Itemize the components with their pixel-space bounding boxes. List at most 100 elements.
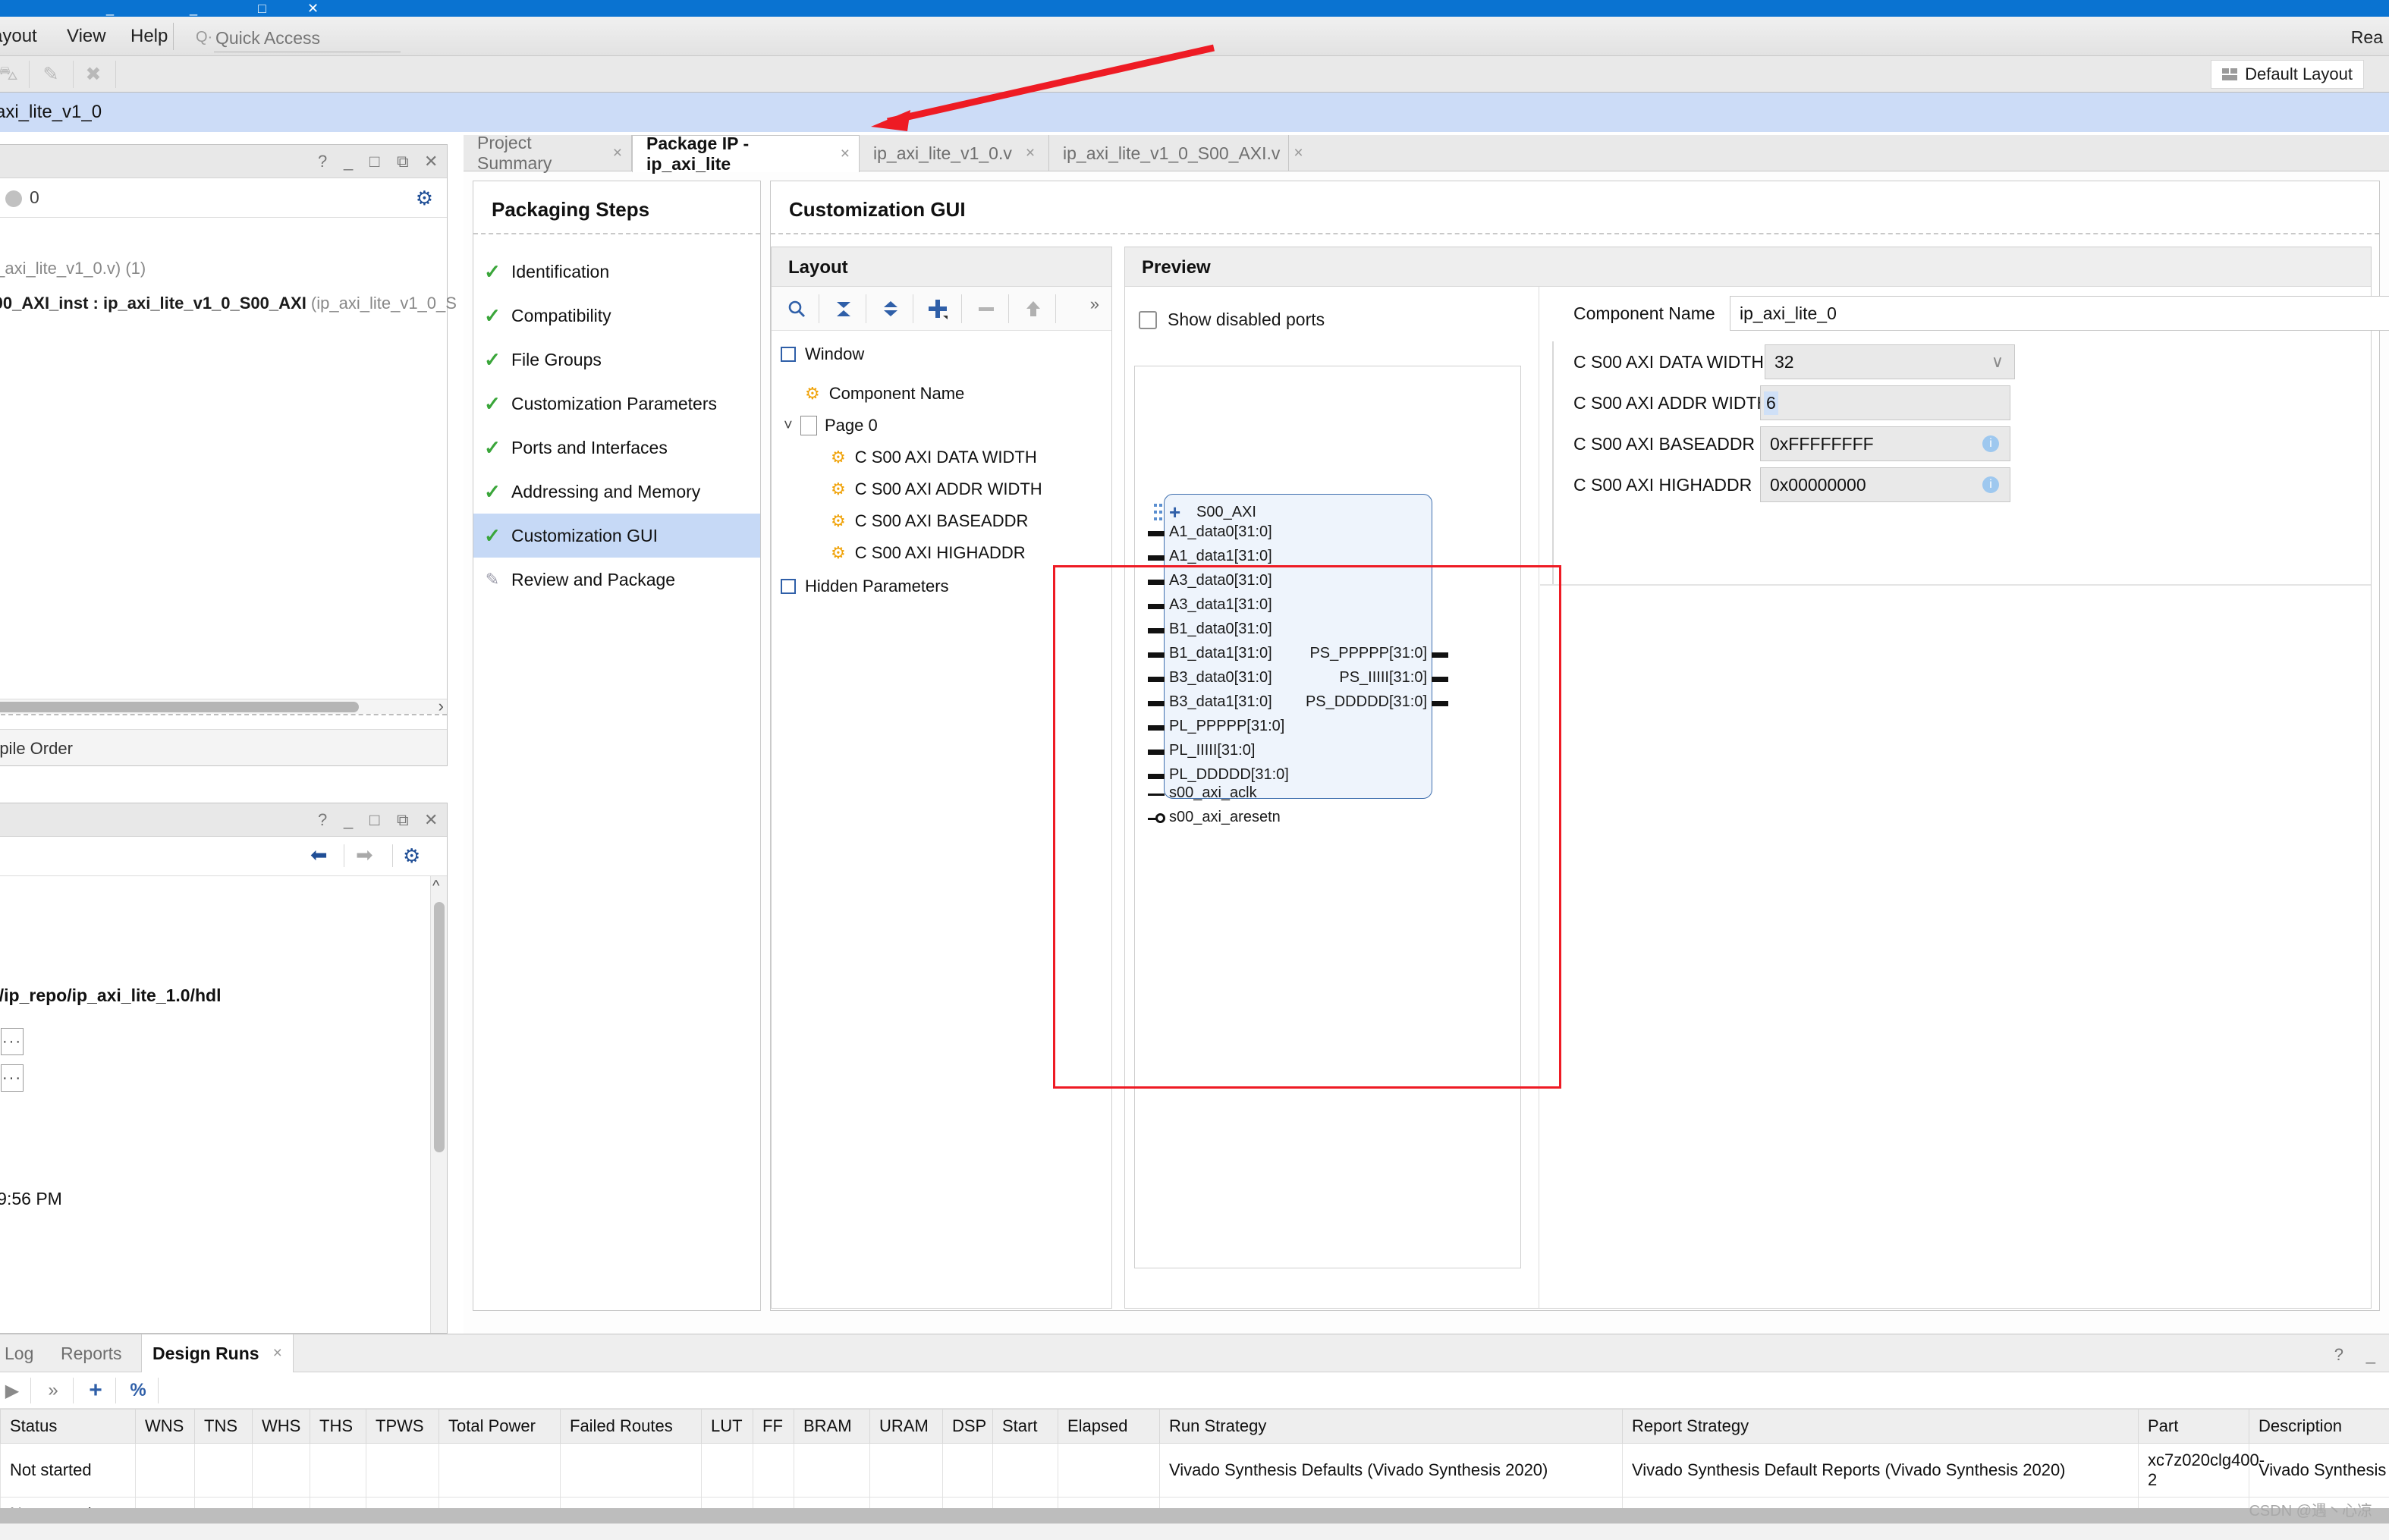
help-icon[interactable]: ?	[318, 810, 327, 830]
menu-layout[interactable]: ayout	[0, 26, 37, 47]
step-addressing-and-memory[interactable]: ✓ Addressing and Memory	[473, 470, 760, 514]
default-layout-button[interactable]: Default Layout	[2211, 60, 2364, 89]
design-runs-hscrollbar[interactable]	[0, 1508, 2389, 1523]
tab-reports[interactable]: Reports	[50, 1334, 133, 1372]
col-ff[interactable]: FF	[753, 1409, 794, 1444]
port-b1-data1[interactable]: B1_data1[31:0]	[1169, 645, 1272, 662]
tree-node-highaddr[interactable]: ⚙ C S00 AXI HIGHADDR	[831, 543, 1026, 563]
minimize-icon[interactable]: _	[344, 810, 353, 830]
close-x-icon[interactable]: ✖	[79, 60, 108, 89]
tree-node-window[interactable]: Window	[781, 344, 864, 364]
gear-icon[interactable]: ⚙	[403, 844, 420, 868]
gear-icon[interactable]: ⚙	[416, 187, 433, 210]
step-customization-gui[interactable]: ✓ Customization GUI	[473, 514, 760, 558]
close-icon[interactable]: ×	[1026, 144, 1035, 162]
menu-view[interactable]: View	[67, 26, 106, 47]
close-icon[interactable]: ×	[841, 145, 850, 163]
port-s00-axi-aresetn[interactable]: s00_axi_aresetn	[1169, 809, 1281, 826]
restore-icon[interactable]: _	[190, 0, 197, 17]
port-pl-iiiii[interactable]: PL_IIIII[31:0]	[1169, 742, 1255, 759]
step-file-groups[interactable]: ✓ File Groups	[473, 338, 760, 382]
chevron-down-icon[interactable]: ˅	[784, 417, 800, 435]
tree-node-addr-width[interactable]: ⚙ C S00 AXI ADDR WIDTH	[831, 479, 1042, 499]
tree-node-page-0[interactable]: ˅ Page 0	[784, 416, 878, 435]
run-icon[interactable]: ▶	[0, 1376, 27, 1405]
tree-node-baseaddr[interactable]: ⚙ C S00 AXI BASEADDR	[831, 511, 1028, 531]
port-a1-data0[interactable]: A1_data0[31:0]	[1169, 523, 1272, 541]
tree-node-data-width[interactable]: ⚙ C S00 AXI DATA WIDTH	[831, 448, 1037, 467]
hierarchy-hscrollbar[interactable]: ›	[0, 696, 447, 715]
expand-all-icon[interactable]	[875, 293, 907, 325]
hierarchy-tree-row-file[interactable]: ip_axi_lite_v1_0.v) (1)	[0, 259, 146, 278]
step-ports-and-interfaces[interactable]: ✓ Ports and Interfaces	[473, 426, 760, 470]
maximize-icon[interactable]: □	[258, 0, 266, 17]
port-ps-ppppp[interactable]: PS_PPPPP[31:0]	[1309, 645, 1427, 662]
close-icon[interactable]: ×	[613, 144, 622, 162]
maximize-icon[interactable]: □	[369, 810, 379, 830]
col-start[interactable]: Start	[992, 1409, 1058, 1444]
col-failed-routes[interactable]: Failed Routes	[560, 1409, 702, 1444]
step-compatibility[interactable]: ✓ Compatibility	[473, 294, 760, 338]
quick-access-input[interactable]	[214, 27, 401, 52]
unpin-icon[interactable]: ✎	[36, 60, 65, 89]
close-icon[interactable]: ✕	[424, 152, 438, 171]
properties-vscrollbar[interactable]: ^	[430, 876, 447, 1333]
port-pl-ddddd[interactable]: PL_DDDDD[31:0]	[1169, 766, 1289, 784]
col-report-strategy[interactable]: Report Strategy	[1622, 1409, 2139, 1444]
search-icon[interactable]	[781, 293, 813, 325]
tab-log[interactable]: Log	[0, 1334, 44, 1372]
close-icon[interactable]: ✕	[307, 0, 319, 17]
arrow-left-icon[interactable]: ⬅	[310, 844, 328, 867]
pin-off-icon[interactable]: ⛍	[0, 60, 23, 89]
col-tpws[interactable]: TPWS	[366, 1409, 439, 1444]
port-ps-ddddd[interactable]: PS_DDDDD[31:0]	[1306, 693, 1427, 711]
info-icon[interactable]: i	[1982, 476, 1999, 493]
browse-button-2[interactable]: ···	[1, 1064, 24, 1092]
col-elapsed[interactable]: Elapsed	[1058, 1409, 1160, 1444]
info-icon[interactable]: i	[1982, 435, 1999, 452]
port-s00-axi-aclk[interactable]: s00_axi_aclk	[1169, 784, 1257, 802]
chevron-down-icon[interactable]: ∨	[1991, 352, 2004, 372]
port-a1-data1[interactable]: A1_data1[31:0]	[1169, 548, 1272, 565]
help-icon[interactable]: ?	[318, 152, 327, 171]
minimize-icon[interactable]: _	[2366, 1345, 2375, 1365]
port-a3-data0[interactable]: A3_data0[31:0]	[1169, 572, 1272, 589]
tree-node-component-name[interactable]: ⚙ Component Name	[805, 384, 964, 404]
col-dsp[interactable]: DSP	[942, 1409, 993, 1444]
arrow-right-icon[interactable]: ➡	[356, 844, 373, 867]
col-tns[interactable]: TNS	[194, 1409, 253, 1444]
move-up-icon[interactable]	[1017, 293, 1049, 325]
col-part[interactable]: Part	[2138, 1409, 2249, 1444]
show-disabled-ports-checkbox[interactable]	[1139, 310, 1157, 329]
compile-order-tab[interactable]: mpile Order	[0, 729, 447, 765]
browse-button-1[interactable]: ···	[1, 1028, 24, 1055]
port-b1-data0[interactable]: B1_data0[31:0]	[1169, 621, 1272, 638]
highaddr-input[interactable]: 0x00000000 i	[1760, 467, 2010, 502]
ip-block[interactable]: + S00_AXI A1_data0[31:0] A1_data1[31:0] …	[1148, 494, 1448, 825]
plus-icon[interactable]: +	[1169, 501, 1180, 524]
col-bram[interactable]: BRAM	[794, 1409, 870, 1444]
step-customization-parameters[interactable]: ✓ Customization Parameters	[473, 382, 760, 426]
component-name-input[interactable]: ip_axi_lite_0	[1730, 296, 2389, 331]
addr-width-input[interactable]: 6	[1760, 385, 2010, 420]
close-icon[interactable]: ✕	[424, 810, 438, 830]
ip-block-diagram-canvas[interactable]: + S00_AXI A1_data0[31:0] A1_data1[31:0] …	[1134, 366, 1521, 1268]
tree-node-hidden-parameters[interactable]: Hidden Parameters	[781, 577, 949, 596]
step-identification[interactable]: ✓ Identification	[473, 250, 760, 294]
col-total-power[interactable]: Total Power	[439, 1409, 561, 1444]
port-b3-data1[interactable]: B3_data1[31:0]	[1169, 693, 1272, 711]
col-status[interactable]: Status	[0, 1409, 136, 1444]
port-pl-ppppp[interactable]: PL_PPPPP[31:0]	[1169, 718, 1284, 735]
table-row[interactable]: Not started Vivado Synthesis Defaults (V…	[0, 1443, 2389, 1498]
tab-project-summary[interactable]: Project Summary ×	[464, 133, 632, 173]
close-icon[interactable]: ×	[1294, 144, 1303, 162]
col-description[interactable]: Description	[2249, 1409, 2389, 1444]
tab-design-runs[interactable]: Design Runs ×	[141, 1334, 294, 1372]
collapse-all-icon[interactable]	[828, 293, 860, 325]
help-icon[interactable]: ?	[2334, 1345, 2343, 1365]
maximize-icon[interactable]: □	[369, 152, 379, 171]
run-all-icon[interactable]: »	[38, 1376, 68, 1405]
float-icon[interactable]: ⧉	[397, 810, 409, 830]
scroll-up-icon[interactable]: ^	[432, 878, 439, 895]
baseaddr-input[interactable]: 0xFFFFFFFF i	[1760, 426, 2010, 461]
